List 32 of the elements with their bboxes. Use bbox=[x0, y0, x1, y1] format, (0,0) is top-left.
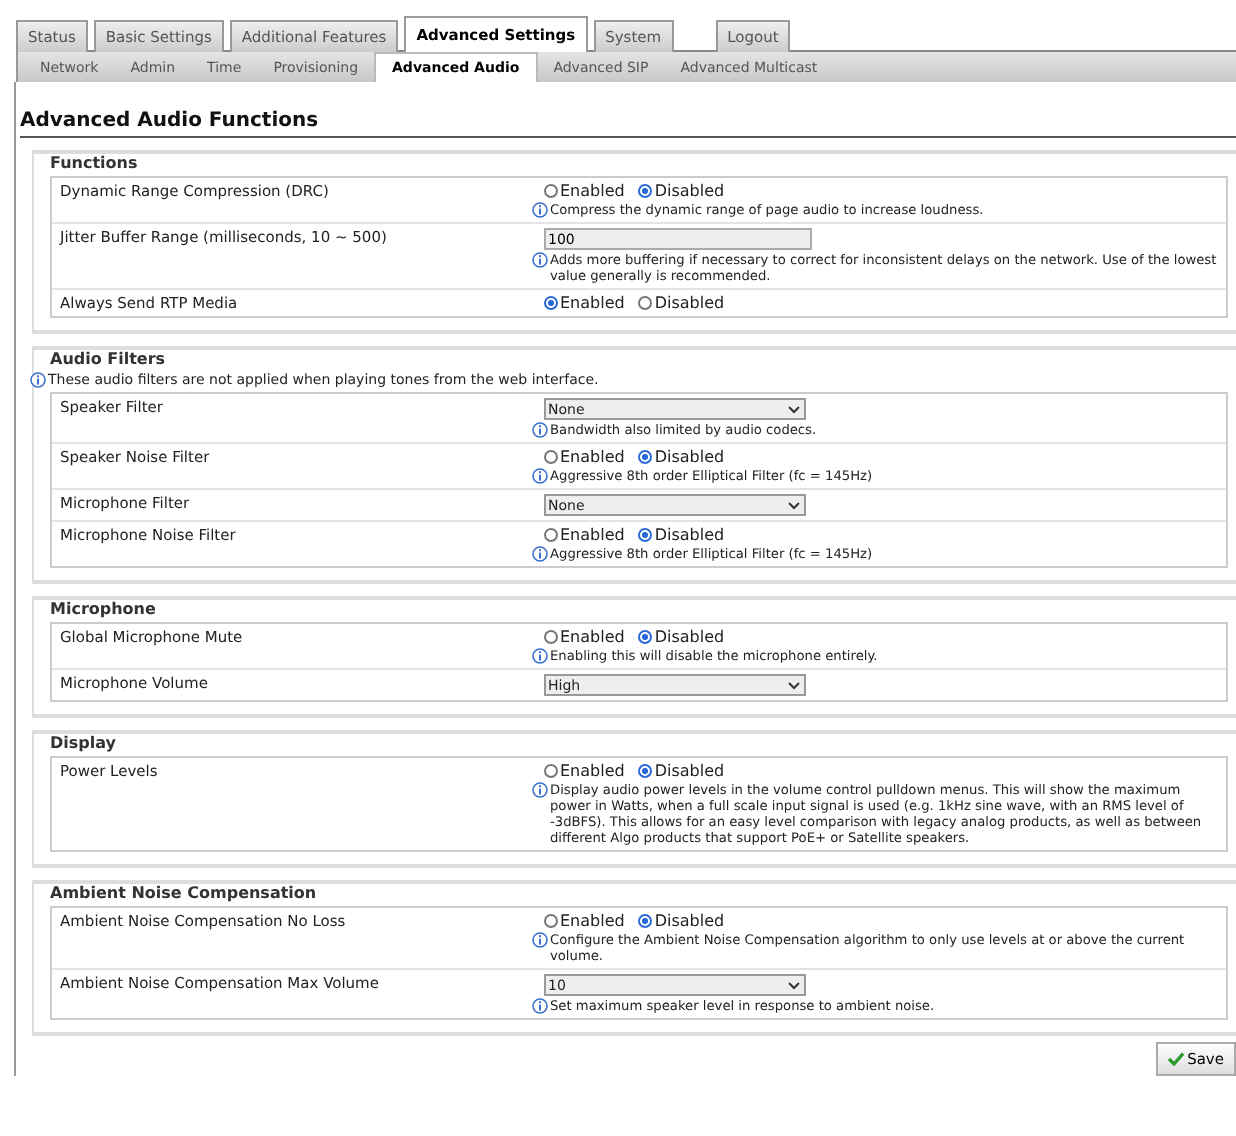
radio-option[interactable]: Enabled bbox=[544, 294, 625, 312]
info-icon bbox=[532, 468, 548, 484]
radio-option[interactable]: Disabled bbox=[638, 912, 725, 930]
radio-option[interactable]: Disabled bbox=[638, 182, 725, 200]
info-icon bbox=[30, 372, 46, 388]
checkmark-icon bbox=[1167, 1052, 1184, 1066]
info-icon bbox=[532, 202, 548, 218]
radio-option[interactable]: Enabled bbox=[544, 762, 625, 780]
caret-icon bbox=[788, 981, 800, 989]
section-title: Microphone bbox=[46, 600, 162, 618]
info-icon bbox=[532, 546, 548, 562]
radio-option[interactable]: Enabled bbox=[544, 628, 625, 646]
page-title: Advanced Audio Functions bbox=[20, 82, 1236, 138]
radio-option[interactable]: Disabled bbox=[638, 294, 725, 312]
info-icon bbox=[532, 648, 548, 664]
info-icon bbox=[532, 252, 548, 268]
caret-icon bbox=[788, 681, 800, 689]
radio-option[interactable]: Disabled bbox=[638, 628, 725, 646]
radio-option[interactable]: Enabled bbox=[544, 448, 625, 466]
info-icon bbox=[532, 422, 548, 438]
radio-option[interactable]: Disabled bbox=[638, 526, 725, 544]
radio-option[interactable]: Enabled bbox=[544, 526, 625, 544]
caret-icon bbox=[788, 501, 800, 509]
caret-icon bbox=[788, 405, 800, 413]
info-icon bbox=[532, 782, 548, 798]
radio-option[interactable]: Disabled bbox=[638, 448, 725, 466]
info-icon bbox=[532, 998, 548, 1014]
radio-option[interactable]: Enabled bbox=[544, 182, 625, 200]
section-title: Display bbox=[46, 734, 122, 752]
radio-option[interactable]: Disabled bbox=[638, 762, 725, 780]
info-icon bbox=[532, 932, 548, 948]
radio-option[interactable]: Enabled bbox=[544, 912, 625, 930]
